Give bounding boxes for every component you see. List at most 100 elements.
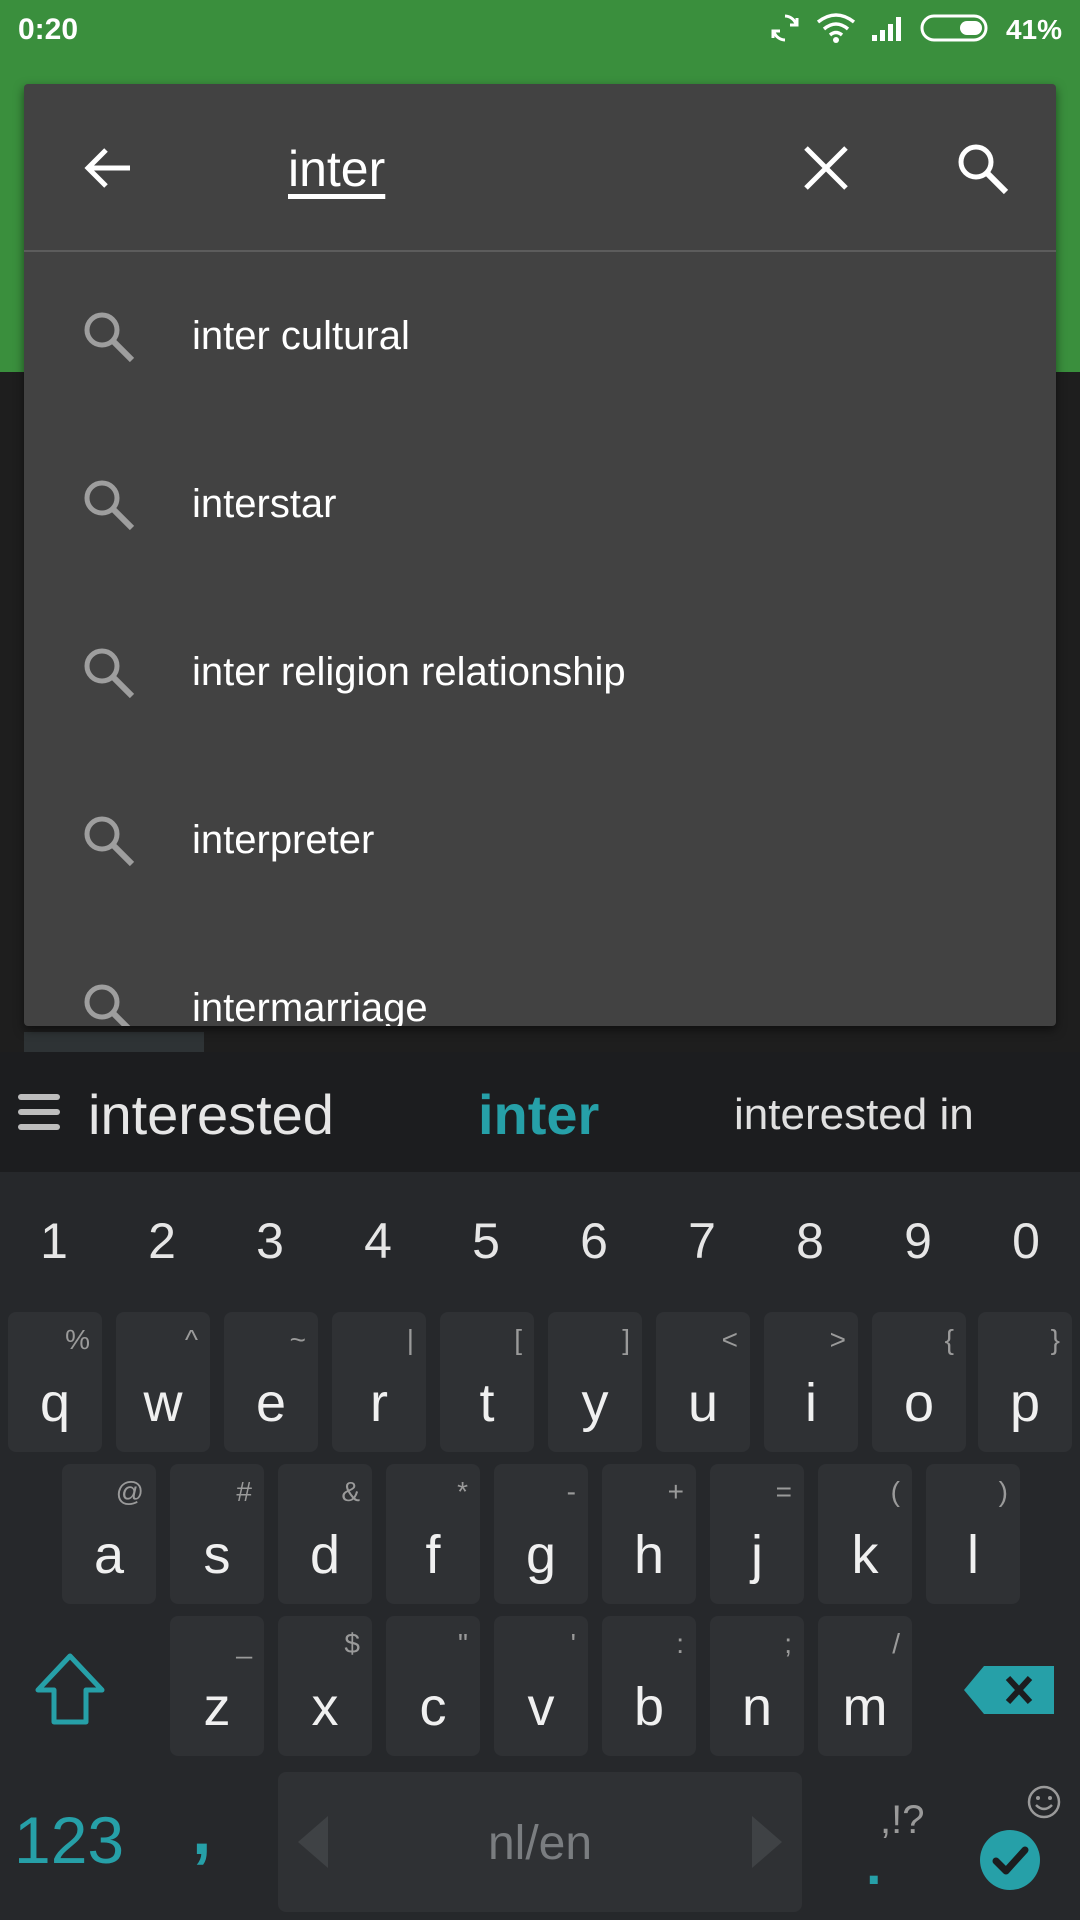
- key-alt-label: ~: [289, 1324, 306, 1355]
- search-input[interactable]: inter: [288, 140, 385, 198]
- key-u[interactable]: < u: [656, 1312, 750, 1452]
- suggestion-item[interactable]: interpreter: [24, 756, 1056, 924]
- key-f[interactable]: * f: [386, 1464, 480, 1604]
- word-suggestion-left[interactable]: interested: [88, 1082, 334, 1147]
- key-e[interactable]: ~ e: [224, 1312, 318, 1452]
- key-9[interactable]: 9: [864, 1212, 972, 1270]
- key-w[interactable]: ^ w: [116, 1312, 210, 1452]
- key-0[interactable]: 0: [972, 1212, 1080, 1270]
- key-t[interactable]: [t: [440, 1312, 534, 1452]
- key-x[interactable]: $ x: [278, 1616, 372, 1756]
- key-alt-label: }: [1050, 1324, 1060, 1355]
- key-alt-label: ;: [784, 1628, 792, 1659]
- key-i[interactable]: > i: [764, 1312, 858, 1452]
- key-o[interactable]: {o: [872, 1312, 966, 1452]
- suggestion-item[interactable]: inter cultural: [24, 252, 1056, 420]
- key-g[interactable]: -g: [494, 1464, 588, 1604]
- key-q[interactable]: % q: [8, 1312, 102, 1452]
- key-alt-label: _: [236, 1628, 252, 1659]
- key-label: b: [633, 1677, 665, 1737]
- comma-key[interactable]: ,: [192, 1790, 211, 1870]
- key-4[interactable]: 4: [324, 1212, 432, 1270]
- key-label: o: [903, 1373, 935, 1433]
- key-d[interactable]: & d: [278, 1464, 372, 1604]
- word-suggestion-center[interactable]: inter: [478, 1082, 599, 1147]
- key-label: x: [311, 1677, 339, 1737]
- key-m[interactable]: / m: [818, 1616, 912, 1756]
- key-y[interactable]: ] y: [548, 1312, 642, 1452]
- suggestion-text: inter cultural: [192, 314, 410, 358]
- key-a[interactable]: @ a: [62, 1464, 156, 1604]
- key-alt-label: *: [457, 1476, 468, 1507]
- key-z[interactable]: _ z: [170, 1616, 264, 1756]
- key-5[interactable]: 5: [432, 1212, 540, 1270]
- status-time: 0:20: [18, 13, 79, 46]
- key-3[interactable]: 3: [216, 1212, 324, 1270]
- key-alt-label: +: [667, 1476, 684, 1507]
- key-8[interactable]: 8: [756, 1212, 864, 1270]
- menu-icon[interactable]: [18, 1092, 60, 1132]
- key-alt-label: /: [892, 1628, 900, 1659]
- signal-icon: [870, 13, 906, 48]
- battery-icon: [920, 13, 992, 48]
- suggestion-item[interactable]: inter religion relationship: [24, 588, 1056, 756]
- key-alt-label: $: [344, 1628, 360, 1659]
- backspace-icon[interactable]: [962, 1662, 1058, 1718]
- key-n[interactable]: ; n: [710, 1616, 804, 1756]
- key-k[interactable]: (k: [818, 1464, 912, 1604]
- key-label: z: [203, 1677, 231, 1737]
- key-2[interactable]: 2: [108, 1212, 216, 1270]
- key-7[interactable]: 7: [648, 1212, 756, 1270]
- key-alt-label: @: [115, 1476, 144, 1507]
- key-p[interactable]: } p: [978, 1312, 1072, 1452]
- key-label: v: [527, 1677, 555, 1737]
- battery-percent: 41%: [1005, 14, 1062, 45]
- key-v[interactable]: ' v: [494, 1616, 588, 1756]
- number-row: 1 2 3 4 5 6 7 8 9 0: [0, 1212, 1080, 1282]
- key-label: n: [741, 1677, 773, 1737]
- key-label: i: [805, 1373, 817, 1433]
- key-label: y: [581, 1373, 609, 1433]
- key-1[interactable]: 1: [0, 1212, 108, 1270]
- suggestion-item[interactable]: interstar: [24, 420, 1056, 588]
- done-check-icon[interactable]: [978, 1828, 1042, 1892]
- back-arrow-icon[interactable]: [78, 138, 138, 198]
- key-label: w: [143, 1373, 183, 1433]
- key-l[interactable]: ) l: [926, 1464, 1020, 1604]
- key-h[interactable]: + h: [602, 1464, 696, 1604]
- search-icon: [78, 978, 138, 1026]
- status-bar: 0:20 41%: [0, 0, 1080, 60]
- suggestion-text: interstar: [192, 482, 337, 526]
- key-alt-label: %: [65, 1324, 90, 1355]
- key-alt-label: |: [406, 1324, 414, 1355]
- key-label: k: [851, 1525, 879, 1585]
- keyboard: 1 2 3 4 5 6 7 8 9 0 % q ^ w ~ e | r [t ] y < u…: [0, 1172, 1080, 1920]
- period-key[interactable]: .: [866, 1832, 882, 1897]
- key-alt-label: ^: [184, 1324, 198, 1355]
- space-bar[interactable]: nl/en: [278, 1772, 802, 1912]
- key-c[interactable]: " c: [386, 1616, 480, 1756]
- key-6[interactable]: 6: [540, 1212, 648, 1270]
- search-icon[interactable]: [952, 138, 1012, 198]
- wifi-icon: [816, 12, 856, 49]
- key-s[interactable]: # s: [170, 1464, 264, 1604]
- search-icon: [78, 306, 138, 366]
- key-label: u: [687, 1373, 719, 1433]
- key-label: a: [93, 1525, 125, 1585]
- key-label: l: [967, 1525, 979, 1585]
- search-icon: [78, 474, 138, 534]
- clear-icon[interactable]: [798, 140, 854, 196]
- key-b[interactable]: :b: [602, 1616, 696, 1756]
- symbols-key[interactable]: 123: [14, 1802, 124, 1878]
- emoji-icon[interactable]: [1026, 1784, 1062, 1820]
- word-suggestion-right[interactable]: interested in: [734, 1090, 974, 1140]
- key-alt-label: ": [458, 1628, 468, 1659]
- suggestion-item[interactable]: intermarriage: [24, 924, 1056, 1026]
- keyboard-suggestion-strip: interested inter interested in: [0, 1052, 1080, 1172]
- key-r[interactable]: | r: [332, 1312, 426, 1452]
- shift-key[interactable]: [30, 1650, 110, 1730]
- key-label: s: [203, 1525, 231, 1585]
- key-j[interactable]: = j: [710, 1464, 804, 1604]
- suggestion-text: interpreter: [192, 818, 375, 862]
- search-icon: [78, 642, 138, 702]
